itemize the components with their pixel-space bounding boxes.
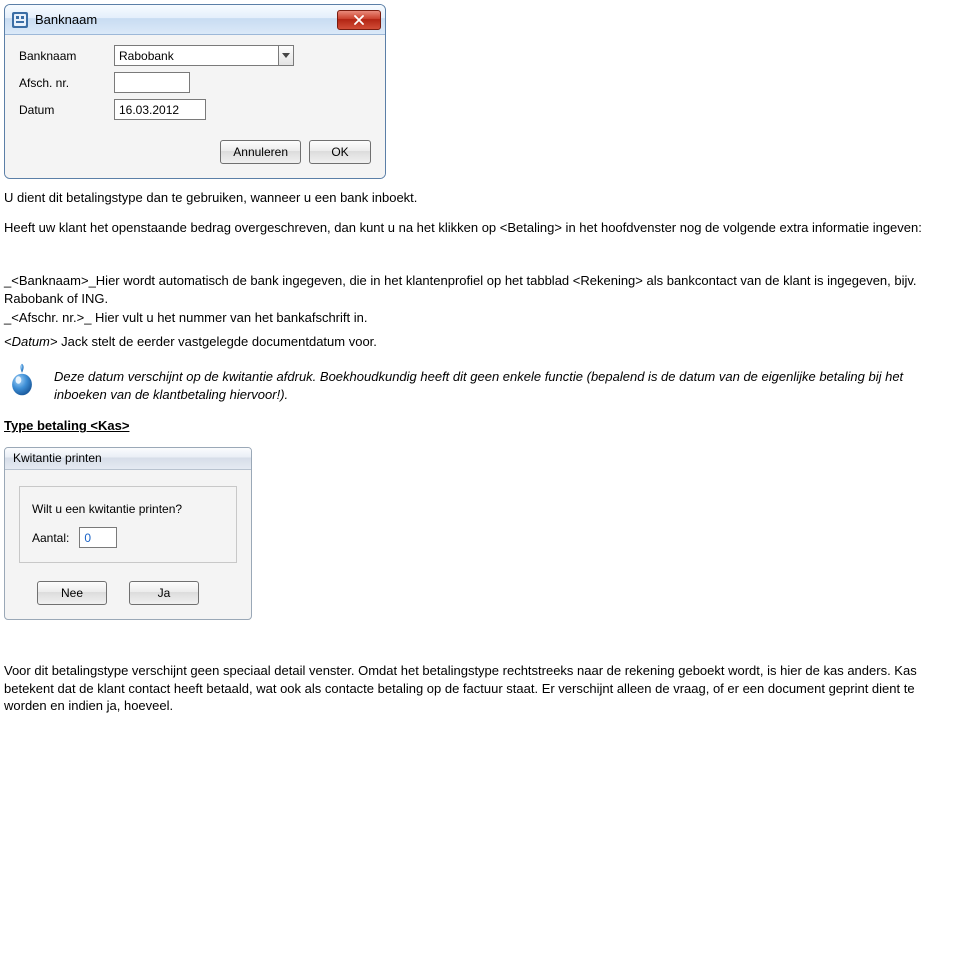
banknaam-input[interactable] xyxy=(114,45,278,66)
aantal-input[interactable] xyxy=(79,527,117,548)
app-icon xyxy=(11,11,29,29)
label-banknaam: Banknaam xyxy=(19,49,114,63)
dialog-buttons: Annuleren OK xyxy=(19,140,371,164)
close-button[interactable] xyxy=(337,10,381,30)
chevron-down-icon xyxy=(282,53,290,59)
paragraph-details-intro: Heeft uw klant het openstaande bedrag ov… xyxy=(4,219,956,237)
prompt-text: Wilt u een kwitantie printen? xyxy=(32,501,224,517)
group-box: Wilt u een kwitantie printen? Aantal: xyxy=(19,486,237,563)
cancel-button[interactable]: Annuleren xyxy=(220,140,301,164)
datum-input[interactable] xyxy=(114,99,206,120)
info-icon xyxy=(4,362,40,398)
yes-button[interactable]: Ja xyxy=(129,581,199,605)
label-afsch: Afsch. nr. xyxy=(19,76,114,90)
info-note: Deze datum verschijnt op de kwitantie af… xyxy=(4,362,956,403)
datum-tag: <Datum> xyxy=(4,334,57,349)
row-afsch: Afsch. nr. xyxy=(19,72,371,93)
section-heading-kas: Type betaling <Kas> xyxy=(4,417,956,435)
dialog-buttons: Nee Ja xyxy=(19,581,237,605)
section-heading-text: Type betaling <Kas> xyxy=(4,418,129,433)
label-aantal: Aantal: xyxy=(32,531,69,545)
paragraph-closing: Voor dit betalingstype verschijnt geen s… xyxy=(4,662,956,715)
row-aantal: Aantal: xyxy=(32,527,224,548)
dialog-title: Banknaam xyxy=(35,12,337,27)
label-datum: Datum xyxy=(19,103,114,117)
banknaam-dialog: Banknaam Banknaam Afsch. nr. Datum xyxy=(4,4,386,179)
info-note-text: Deze datum verschijnt op de kwitantie af… xyxy=(54,368,956,403)
titlebar[interactable]: Banknaam xyxy=(5,5,385,35)
paragraph-afschr: _<Afschr. nr.>_ Hier vult u het nummer v… xyxy=(4,309,956,327)
paragraph-intro: U dient dit betalingstype dan te gebruik… xyxy=(4,189,956,207)
row-banknaam: Banknaam xyxy=(19,45,371,66)
kwitantie-dialog: Kwitantie printen Wilt u een kwitantie p… xyxy=(4,447,252,620)
dialog-title: Kwitantie printen xyxy=(13,451,102,465)
afsch-input[interactable] xyxy=(114,72,190,93)
paragraph-datum: <Datum> Jack stelt de eerder vastgelegde… xyxy=(4,333,956,351)
row-datum: Datum xyxy=(19,99,371,120)
no-button[interactable]: Nee xyxy=(37,581,107,605)
datum-rest: Jack stelt de eerder vastgelegde documen… xyxy=(57,334,376,349)
titlebar[interactable]: Kwitantie printen xyxy=(5,448,251,470)
banknaam-combobox[interactable] xyxy=(114,45,294,66)
paragraph-banknaam: _<Banknaam>_Hier wordt automatisch de ba… xyxy=(4,272,956,307)
banknaam-dropdown-button[interactable] xyxy=(278,45,294,66)
close-icon xyxy=(354,15,364,25)
dialog-body: Banknaam Afsch. nr. Datum Annuleren OK xyxy=(5,35,385,178)
dialog-body: Wilt u een kwitantie printen? Aantal: Ne… xyxy=(5,470,251,619)
ok-button[interactable]: OK xyxy=(309,140,371,164)
